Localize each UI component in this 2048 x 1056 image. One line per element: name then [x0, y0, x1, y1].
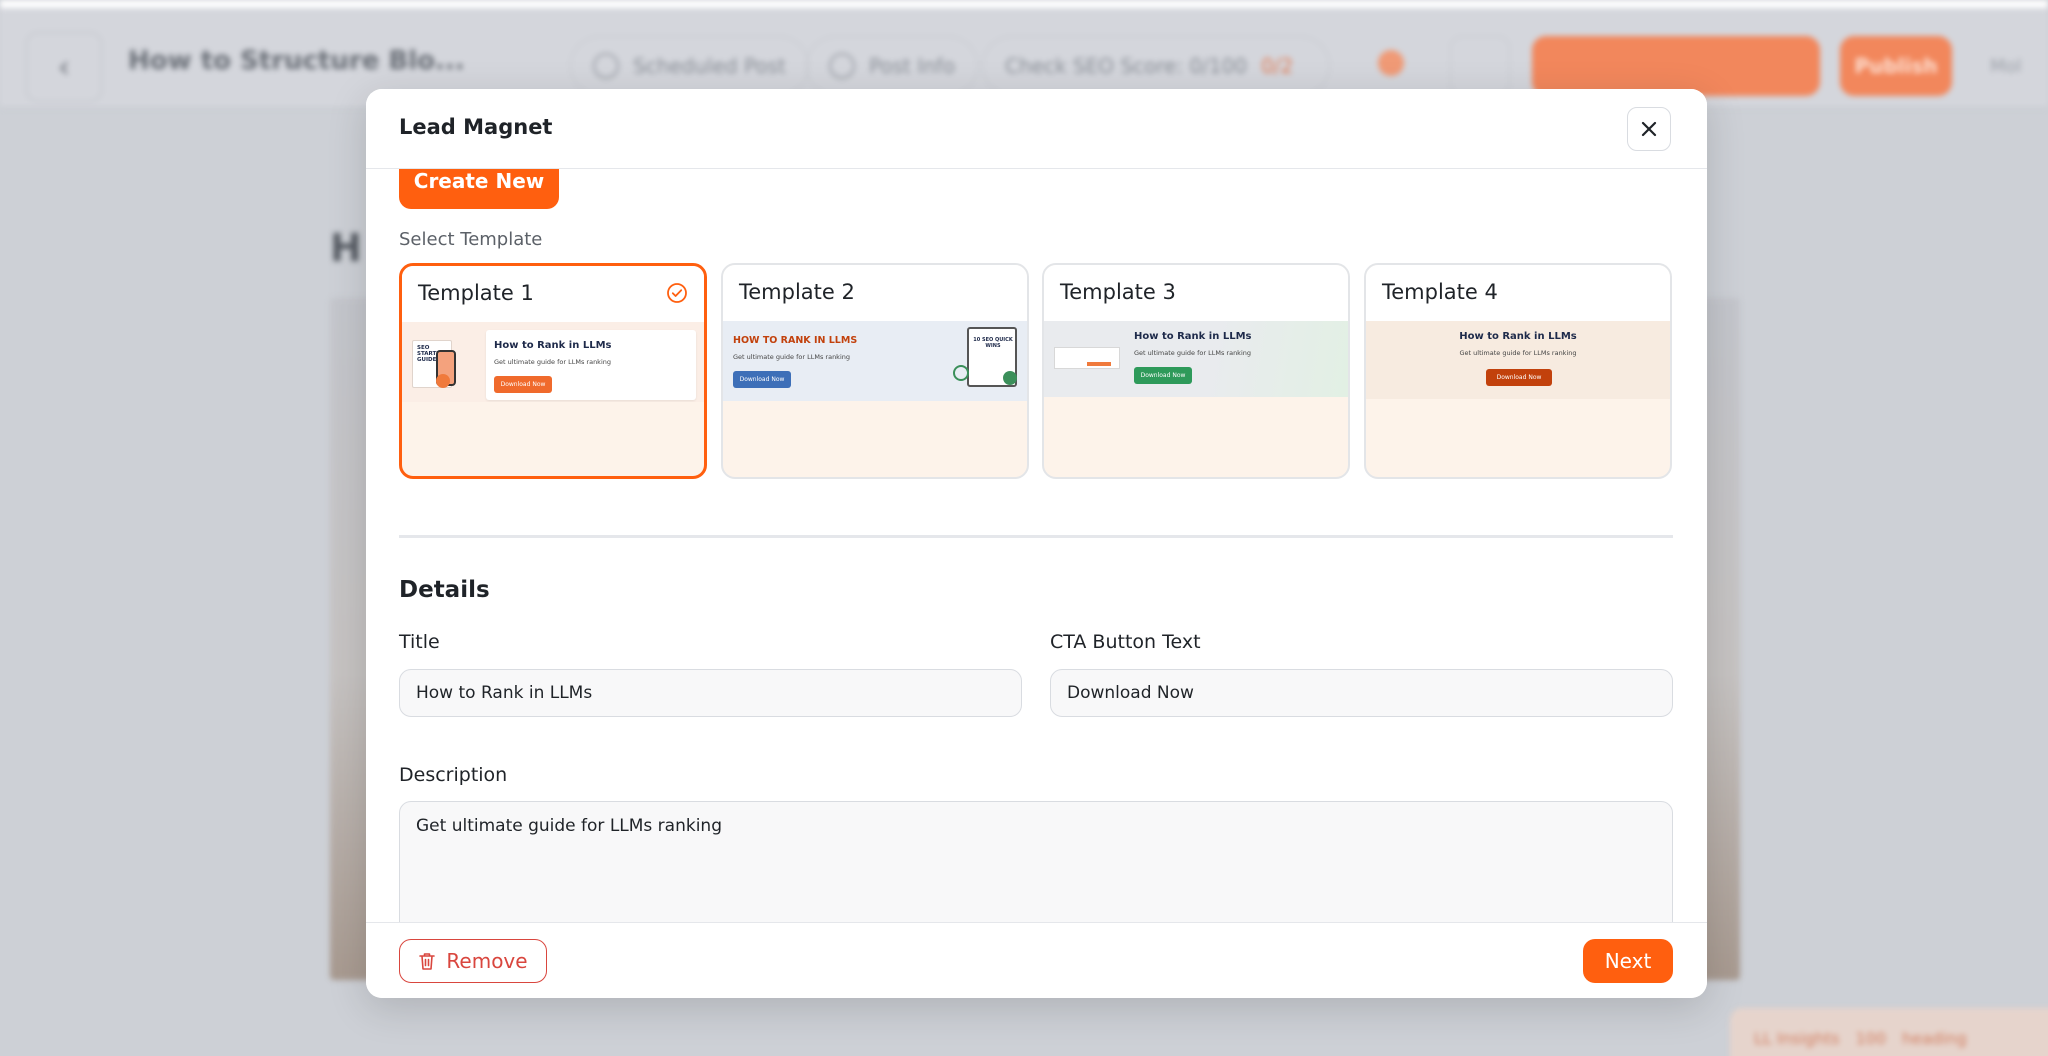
template-name: Template 3 — [1060, 280, 1176, 304]
preview-cta-button: Download Now — [494, 376, 552, 393]
preview-title: How to Rank in LLMs — [1459, 331, 1577, 342]
chevron-left-icon: ‹ — [58, 49, 70, 85]
title-input[interactable] — [399, 669, 1022, 717]
template-grid: Template 1 SEO STARTER GUIDE How to Rank… — [399, 263, 1673, 479]
title-label: Title — [399, 631, 440, 653]
cta-button-text-label: CTA Button Text — [1050, 631, 1201, 653]
insights-badge[interactable]: LL Insights 100 heading — [1730, 1008, 2048, 1056]
download-badge-icon — [1003, 371, 1017, 385]
template-card-header: Template 2 — [723, 265, 1027, 321]
remove-button[interactable]: Remove — [399, 939, 547, 983]
template-preview: SEO STARTER GUIDE How to Rank in LLMs Ge… — [402, 322, 704, 402]
modal-footer: Remove Next — [366, 922, 1707, 998]
select-template-label: Select Template — [399, 229, 543, 250]
insights-badge-tail: heading — [1902, 1028, 1967, 1048]
preview-title: HOW TO RANK IN LLMS — [733, 335, 858, 346]
cta-button-text-input[interactable] — [1050, 669, 1673, 717]
template-name: Template 2 — [739, 280, 855, 304]
template-card-1[interactable]: Template 1 SEO STARTER GUIDE How to Rank… — [399, 263, 707, 479]
scheduled-post-label: Scheduled Post — [633, 54, 786, 78]
details-heading: Details — [399, 577, 490, 603]
template-preview: How to Rank in LLMs Get ultimate guide f… — [1366, 321, 1670, 399]
info-icon — [829, 53, 855, 79]
create-new-button[interactable]: Create New — [399, 169, 559, 209]
template-name: Template 4 — [1382, 280, 1498, 304]
preview-cta-button: Download Now — [733, 371, 791, 388]
more-menu[interactable]: Mol — [1990, 56, 2022, 77]
preview-cta-button: Download Now — [1134, 367, 1192, 384]
preview-description: Get ultimate guide for LLMs ranking — [733, 353, 850, 361]
modal-title: Lead Magnet — [399, 115, 553, 139]
lead-magnet-modal: Lead Magnet Create New Select Template T… — [366, 89, 1707, 998]
template-card-3[interactable]: Template 3 How to Rank in LLMs Get ultim… — [1042, 263, 1350, 479]
mini-document-bar — [1087, 362, 1111, 366]
preview-title: How to Rank in LLMs — [1134, 331, 1252, 342]
clipboard-text: 10 SEO QUICK WINS — [973, 337, 1013, 349]
article-heading: H — [330, 226, 362, 270]
insights-badge-text: LL Insights — [1754, 1028, 1840, 1048]
template-card-4[interactable]: Template 4 How to Rank in LLMs Get ultim… — [1364, 263, 1672, 479]
template-preview: How to Rank in LLMs Get ultimate guide f… — [1044, 321, 1348, 397]
back-button[interactable]: ‹ — [26, 32, 102, 102]
close-icon — [1641, 121, 1657, 137]
close-button[interactable] — [1627, 107, 1671, 151]
section-divider — [399, 535, 1673, 538]
publish-button[interactable]: Publish — [1840, 36, 1952, 96]
template-card-2[interactable]: Template 2 HOW TO RANK IN LLMS Get ultim… — [721, 263, 1029, 479]
next-button[interactable]: Next — [1583, 939, 1673, 983]
preview-description: Get ultimate guide for LLMs ranking — [494, 358, 611, 366]
preview-title: How to Rank in LLMs — [494, 340, 612, 351]
target-icon — [953, 365, 969, 381]
template-card-header: Template 3 — [1044, 265, 1348, 321]
preview-description: Get ultimate guide for LLMs ranking — [1134, 349, 1251, 357]
trash-icon — [419, 953, 436, 970]
edit-icon-button[interactable] — [1450, 36, 1510, 96]
seo-score-pill[interactable]: Check SEO Score: 0/100 0/2 — [982, 36, 1330, 96]
post-info-label: Post Info — [869, 54, 956, 78]
scheduled-post-pill[interactable]: Scheduled Post — [570, 36, 809, 96]
modal-body[interactable]: Create New Select Template Template 1 SE… — [366, 169, 1707, 922]
seo-score-label: Check SEO Score: 0/100 — [1005, 54, 1248, 78]
mini-document-graphic — [1054, 347, 1120, 369]
check-circle-icon — [667, 283, 687, 303]
template-preview: HOW TO RANK IN LLMS Get ultimate guide f… — [723, 321, 1027, 401]
publish-label: Publish — [1854, 54, 1938, 78]
preview-content-box: How to Rank in LLMs Get ultimate guide f… — [486, 330, 696, 400]
preview-description: Get ultimate guide for LLMs ranking — [1459, 349, 1577, 357]
download-badge-icon — [436, 374, 450, 388]
description-label: Description — [399, 764, 508, 786]
insights-button[interactable] — [1532, 36, 1820, 96]
remove-label: Remove — [446, 949, 528, 973]
template-name: Template 1 — [418, 281, 534, 305]
template-card-header: Template 4 — [1366, 265, 1670, 321]
seo-score-badge: 0/2 — [1261, 54, 1294, 78]
insights-badge-count: 100 — [1855, 1028, 1887, 1048]
description-textarea[interactable]: Get ultimate guide for LLMs ranking — [399, 801, 1673, 922]
status-dot-icon — [1378, 50, 1404, 76]
preview-cta-button: Download Now — [1486, 369, 1552, 386]
template-card-header: Template 1 — [402, 266, 704, 322]
post-info-pill[interactable]: Post Info — [806, 36, 979, 96]
top-strip — [0, 0, 2048, 8]
modal-header: Lead Magnet — [366, 89, 1707, 169]
clock-icon — [593, 53, 619, 79]
document-title: How to Structure Blo... — [128, 46, 465, 76]
